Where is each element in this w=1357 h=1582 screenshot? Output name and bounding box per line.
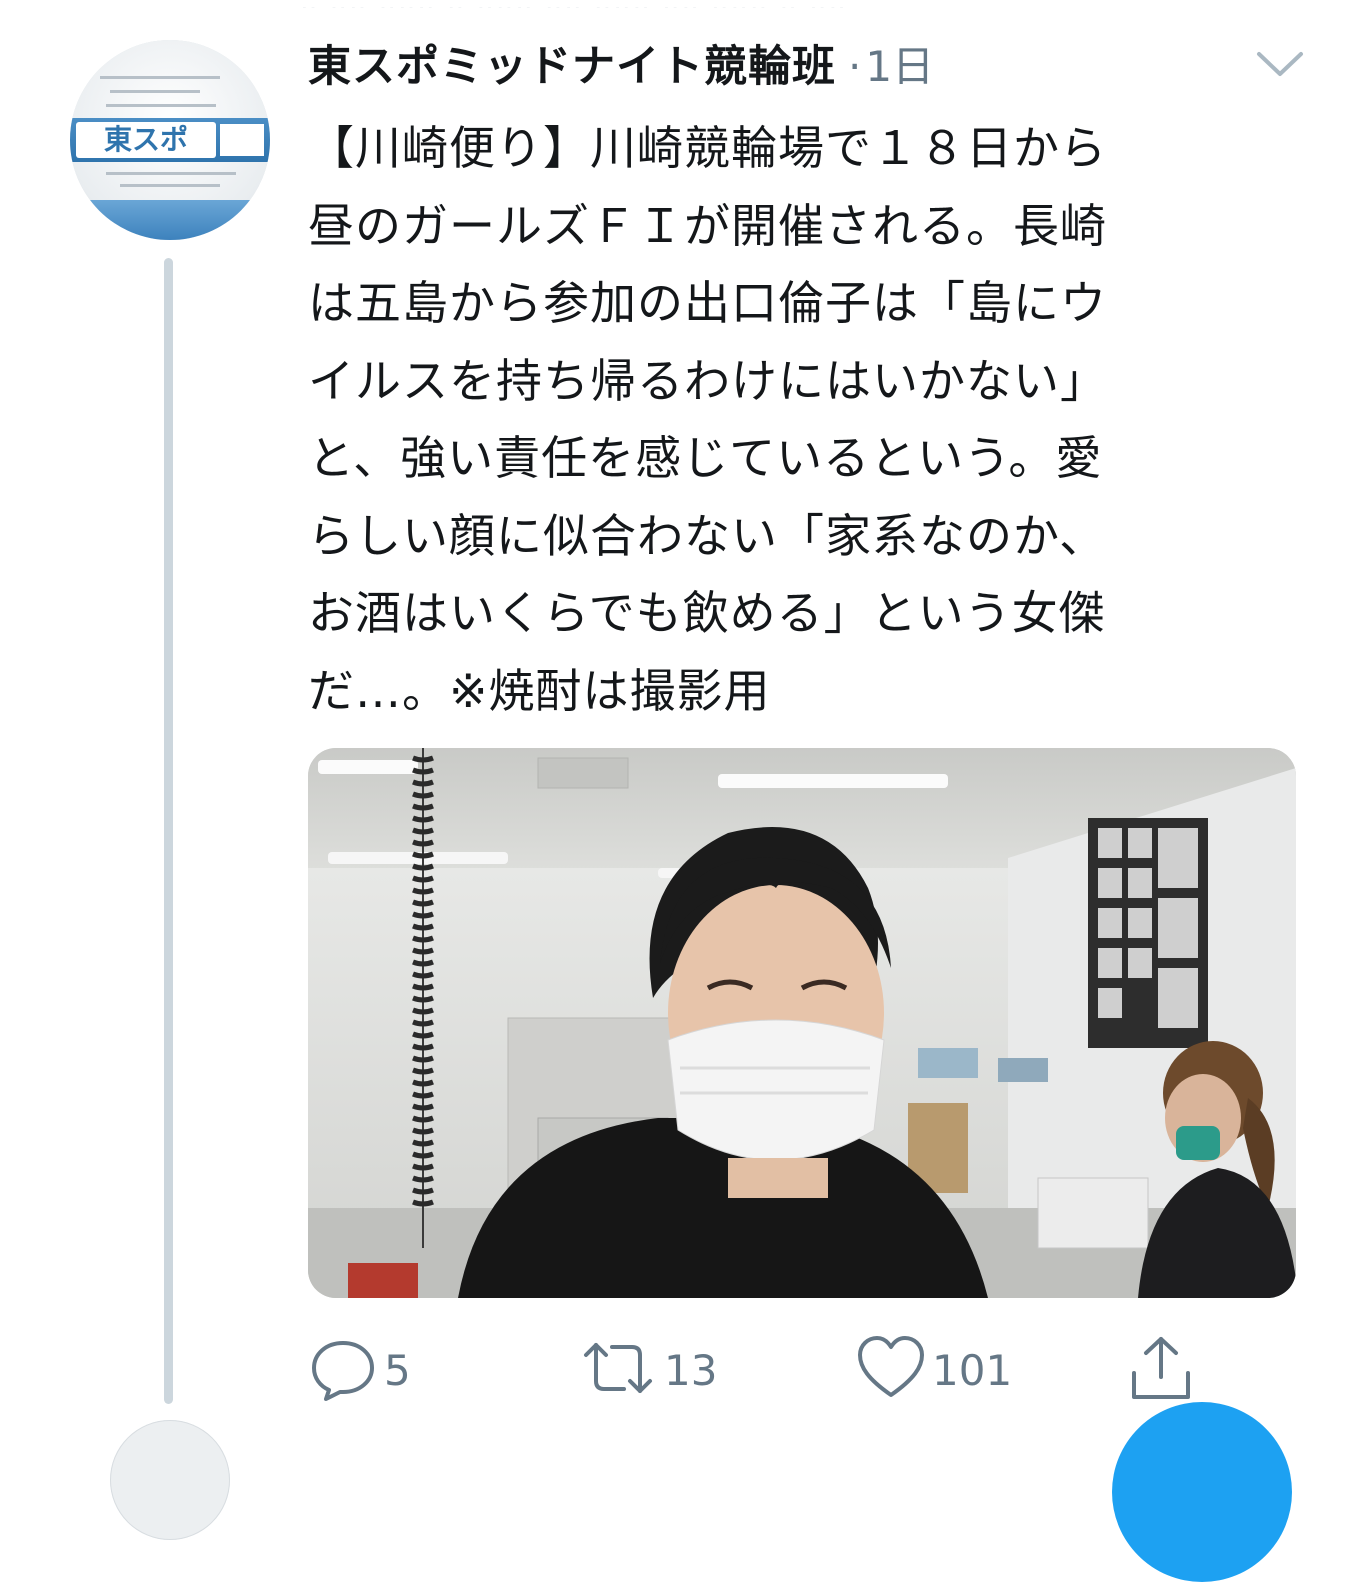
avatar-lower-band [70, 200, 270, 240]
avatar-text-line [120, 184, 220, 187]
like-button[interactable]: 101 [856, 1330, 1012, 1410]
photo-illustration [308, 748, 1296, 1298]
reply-button[interactable]: 5 [308, 1330, 411, 1410]
previous-tweet-edge: ‥ ‥‥ ‥‥‥ ‥ ‥‥‥ ‥‥ ‥‥‥ ‥‥ ‥‥‥ ‥ ‥‥ [300, 0, 1260, 8]
tweet-header: 東スポミッドナイト競輪班 · 1日 [308, 32, 934, 96]
tweet-timestamp[interactable]: 1日 [865, 33, 934, 94]
tweet-text: 【川崎便り】川崎競輪場で１８日から 昼のガールズＦＩが開催される。長崎 は五島か… [308, 121, 1107, 718]
author-avatar[interactable]: 東スポ [70, 40, 270, 240]
retweet-icon [578, 1333, 658, 1407]
tweet-photo[interactable] [308, 748, 1296, 1298]
compose-tweet-button[interactable] [1112, 1402, 1292, 1582]
avatar-text-line [110, 90, 200, 93]
like-count: 101 [932, 1345, 1013, 1395]
share-icon [1126, 1333, 1196, 1407]
avatar-text-line [106, 172, 236, 175]
retweet-button[interactable]: 13 [578, 1330, 717, 1410]
retweet-count: 13 [664, 1345, 718, 1395]
avatar-text-line [100, 76, 220, 79]
thread-line [164, 258, 173, 1404]
heart-icon [856, 1333, 926, 1407]
author-name[interactable]: 東スポミッドナイト競輪班 [308, 32, 836, 94]
tweet-separator: · [848, 42, 862, 91]
reply-count: 5 [384, 1345, 411, 1395]
next-tweet-avatar[interactable] [110, 1420, 230, 1540]
avatar-logo-tag [220, 124, 264, 156]
tweet-actions: 5 13 101 [308, 1330, 1208, 1410]
share-button[interactable] [1126, 1330, 1196, 1410]
chevron-down-icon[interactable] [1255, 48, 1305, 78]
avatar-text-line [106, 104, 216, 107]
avatar-logo: 東スポ [76, 122, 216, 158]
reply-icon [308, 1333, 378, 1407]
